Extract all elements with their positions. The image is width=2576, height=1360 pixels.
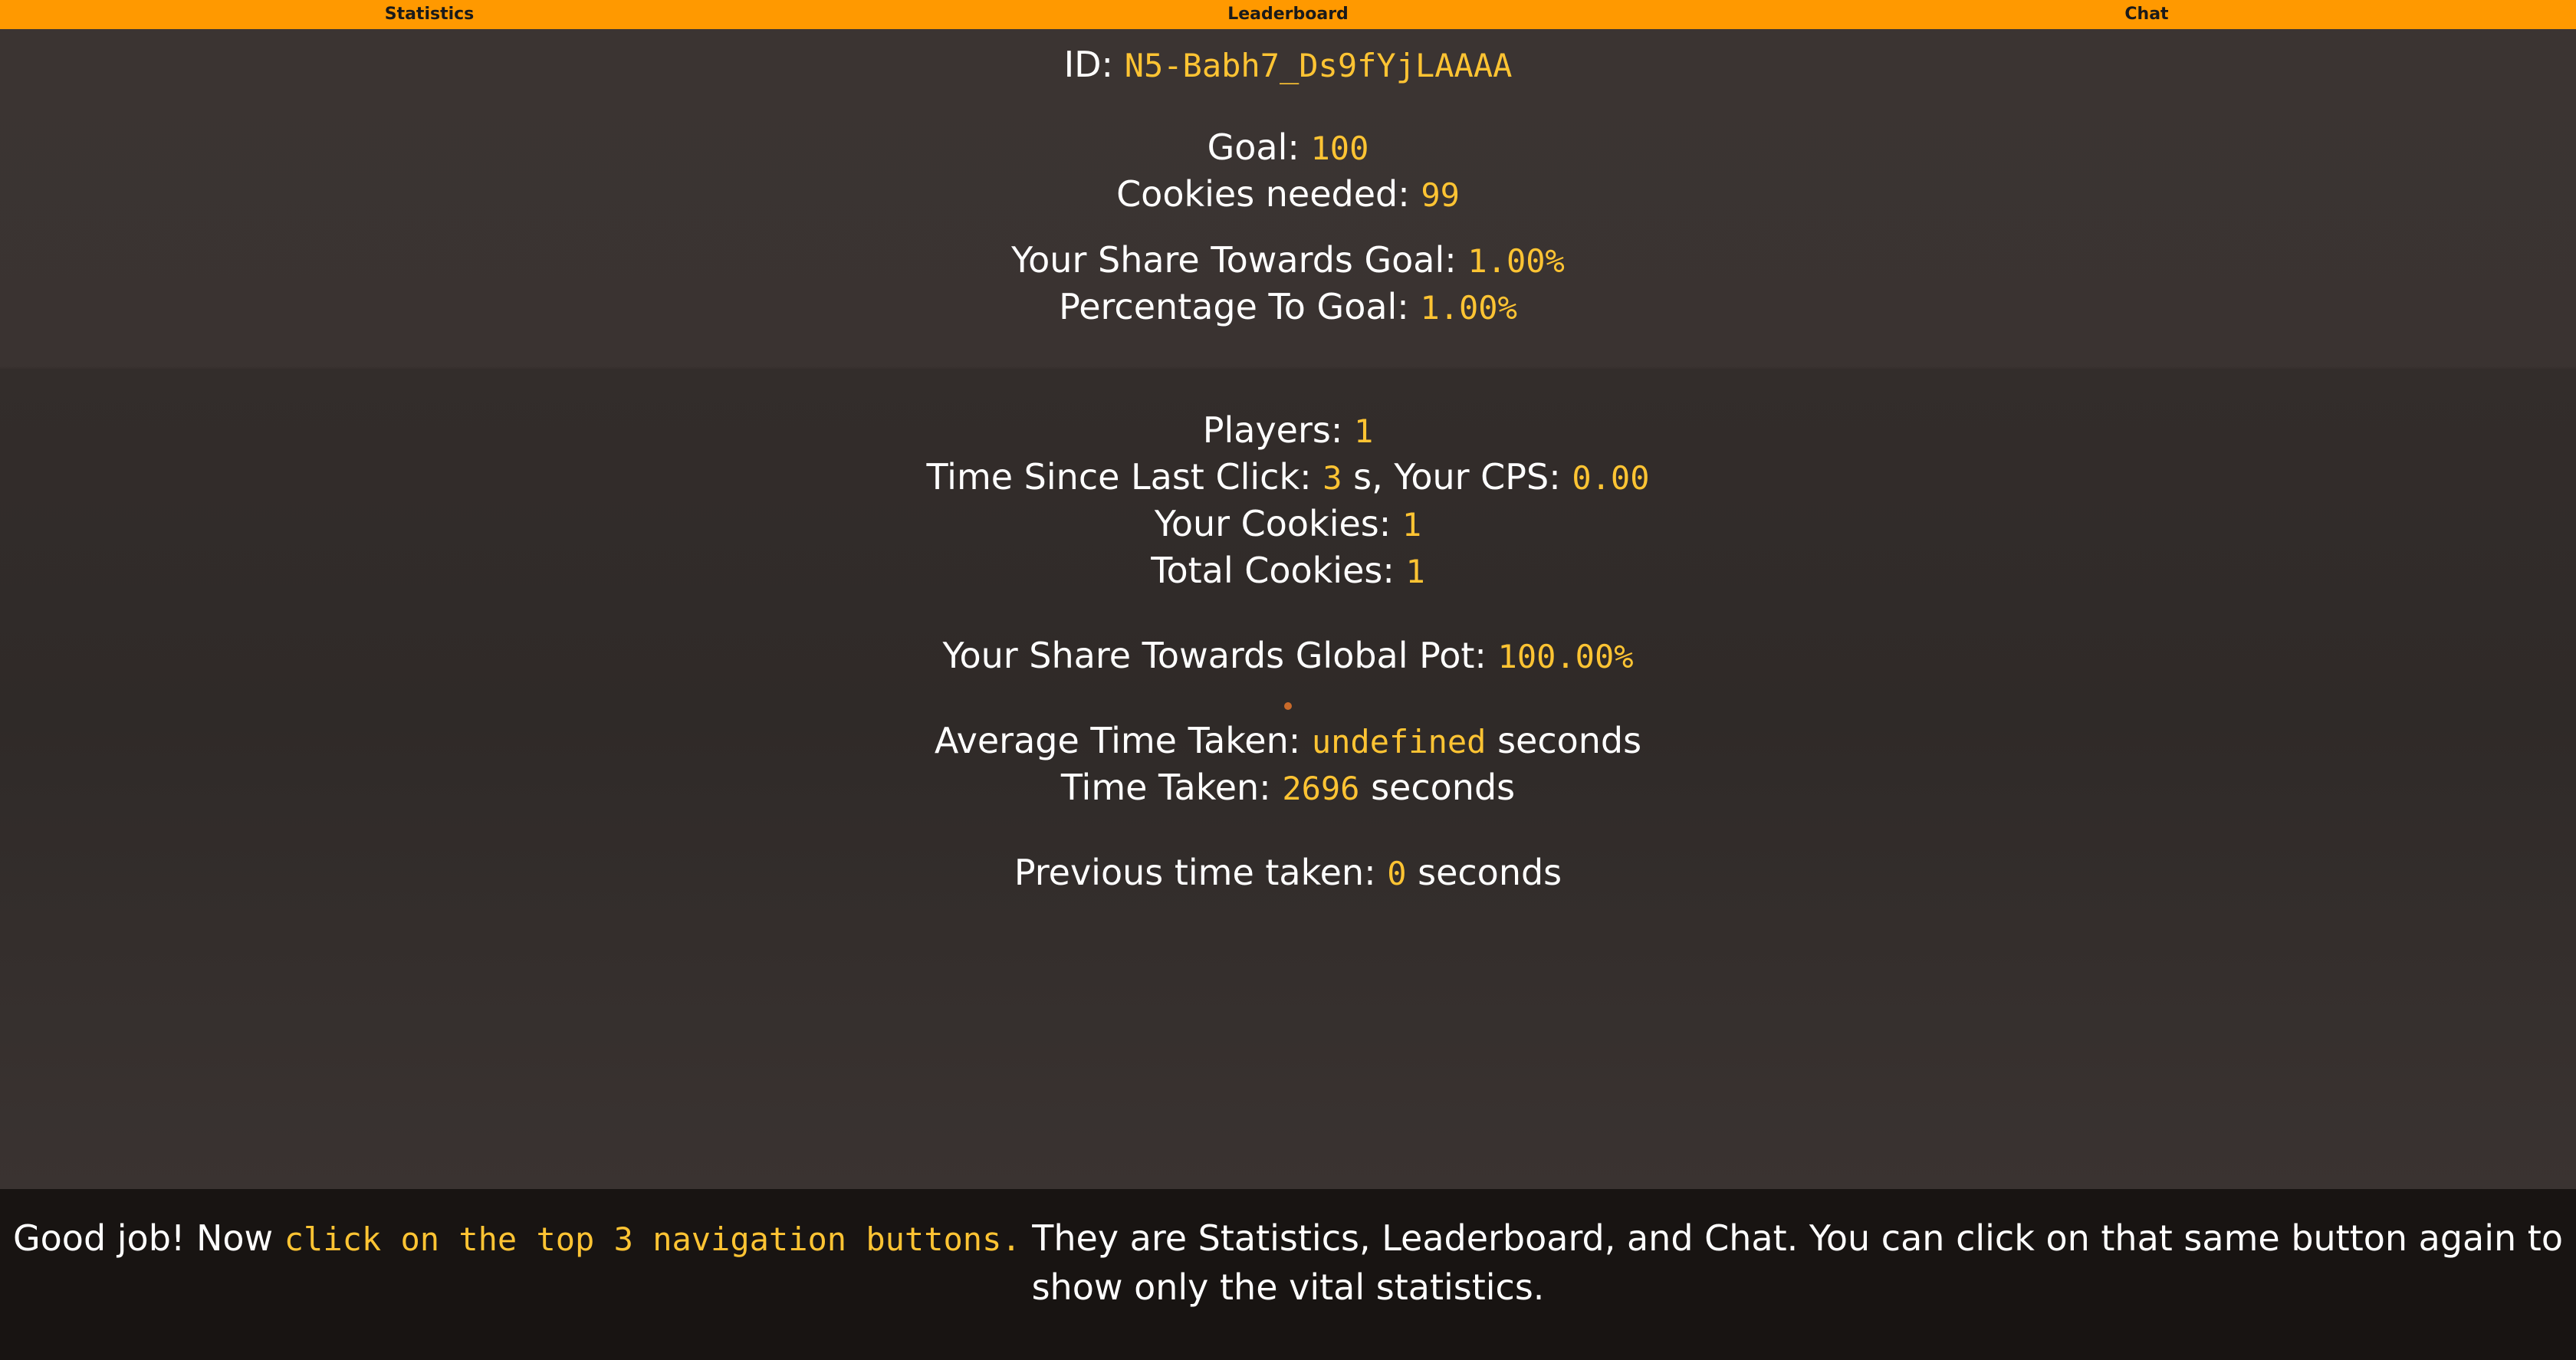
player-id-row: ID: N5-Babh7_Ds9fYjLAAAA: [0, 41, 2576, 89]
goal-row: Goal: 100: [0, 124, 2576, 172]
previous-time-row: Previous time taken: 0 seconds: [0, 849, 2576, 897]
share-goal-value: 1.00%: [1467, 242, 1565, 280]
cookies-needed-label: Cookies needed:: [1116, 173, 1410, 215]
your-cookies-row: Your Cookies: 1: [0, 501, 2576, 548]
average-time-row: Average Time Taken: undefined seconds: [0, 718, 2576, 765]
player-id-value: N5-Babh7_Ds9fYjLAAAA: [1124, 47, 1513, 84]
tutorial-highlight: click on the top 3 navigation buttons.: [284, 1220, 1021, 1258]
percentage-goal-value: 1.00%: [1420, 289, 1517, 327]
statistics-panel: ID: N5-Babh7_Ds9fYjLAAAA Goal: 100 Cooki…: [0, 29, 2576, 1189]
tutorial-suffix: They are Statistics, Leaderboard, and Ch…: [1020, 1217, 2563, 1308]
average-time-unit: seconds: [1497, 720, 1642, 761]
top-navigation: Statistics Leaderboard Chat: [0, 0, 2576, 29]
time-taken-value: 2696: [1282, 770, 1360, 807]
previous-time-unit: seconds: [1418, 852, 1562, 893]
tutorial-prefix: Good job! Now: [13, 1217, 284, 1259]
goal-label: Goal:: [1207, 126, 1300, 168]
cookies-needed-row: Cookies needed: 99: [0, 171, 2576, 218]
time-taken-label: Time Taken:: [1060, 767, 1271, 808]
your-cookies-label: Your Cookies:: [1154, 503, 1392, 544]
players-row: Players: 1: [0, 407, 2576, 455]
average-time-label: Average Time Taken:: [934, 720, 1301, 761]
time-taken-unit: seconds: [1371, 767, 1516, 808]
share-goal-row: Your Share Towards Goal: 1.00%: [0, 237, 2576, 284]
tutorial-message: Good job! Now click on the top 3 navigat…: [0, 1189, 2576, 1360]
nav-chat-button[interactable]: Chat: [1717, 0, 2576, 29]
share-goal-label: Your Share Towards Goal:: [1011, 239, 1457, 281]
average-time-value: undefined: [1311, 723, 1487, 760]
cps-label: s, Your CPS:: [1353, 456, 1561, 498]
percentage-goal-row: Percentage To Goal: 1.00%: [0, 284, 2576, 331]
goal-value: 100: [1310, 130, 1369, 167]
total-cookies-row: Total Cookies: 1: [0, 547, 2576, 595]
total-cookies-label: Total Cookies:: [1151, 550, 1395, 591]
previous-time-value: 0: [1387, 855, 1407, 892]
players-label: Players:: [1202, 409, 1343, 451]
total-cookies-value: 1: [1405, 553, 1425, 590]
share-pot-label: Your Share Towards Global Pot:: [942, 635, 1487, 676]
time-since-click-row: Time Since Last Click: 3 s, Your CPS: 0.…: [0, 454, 2576, 501]
time-since-click-label: Time Since Last Click:: [926, 456, 1312, 498]
nav-statistics-button[interactable]: Statistics: [0, 0, 859, 29]
previous-time-label: Previous time taken:: [1014, 852, 1376, 893]
share-pot-value: 100.00%: [1497, 638, 1634, 675]
percentage-goal-label: Percentage To Goal:: [1059, 286, 1409, 327]
time-taken-row: Time Taken: 2696 seconds: [0, 764, 2576, 812]
time-since-click-value: 3: [1322, 459, 1342, 497]
mouse-cursor: [1284, 702, 1292, 710]
your-cookies-value: 1: [1401, 506, 1422, 544]
cookies-needed-value: 99: [1421, 176, 1460, 214]
nav-leaderboard-button[interactable]: Leaderboard: [859, 0, 1717, 29]
players-value: 1: [1353, 412, 1374, 450]
player-id-label: ID:: [1063, 44, 1114, 85]
share-pot-row: Your Share Towards Global Pot: 100.00%: [0, 632, 2576, 680]
cps-value: 0.00: [1572, 459, 1650, 497]
